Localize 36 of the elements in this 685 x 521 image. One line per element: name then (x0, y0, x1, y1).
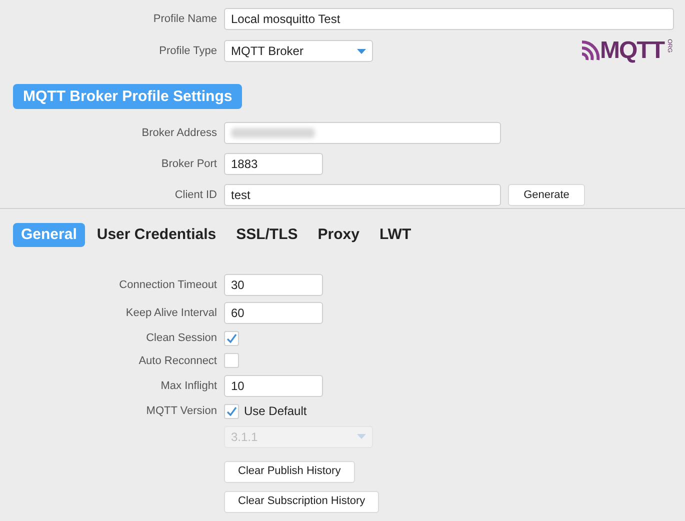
caret-icon (357, 434, 366, 439)
field-label: Max Inflight (160, 378, 218, 394)
signal-waves-icon (582, 40, 600, 62)
field-label: Profile Type (158, 44, 218, 59)
number-field[interactable]: 30 (224, 274, 323, 296)
checkbox[interactable] (224, 404, 239, 419)
broker-address-field[interactable] (224, 122, 501, 144)
field-label: Client ID (174, 188, 218, 203)
field-label: Broker Address (140, 126, 218, 141)
field-label: MQTT Version (145, 404, 218, 419)
broker-port-field[interactable]: 1883 (224, 153, 323, 175)
field-label: Keep Alive Interval (124, 306, 218, 321)
section-header: MQTT Broker Profile Settings (13, 84, 242, 109)
field-label: Broker Port (160, 156, 218, 172)
tab[interactable]: SSL/TLS (228, 223, 306, 247)
field-label: Clean Session (145, 331, 218, 346)
generate-button[interactable]: Generate (508, 184, 585, 206)
clear-history-button[interactable]: Clear Subscription History (224, 490, 380, 512)
profile-name-field[interactable]: Local mosquitto Test (224, 8, 674, 30)
caret-icon (357, 48, 366, 54)
client-id-field[interactable]: test (224, 184, 501, 206)
checkbox[interactable] (224, 330, 239, 346)
checkbox[interactable] (224, 353, 239, 368)
tab[interactable]: Proxy (310, 223, 368, 247)
field-label: Profile Name (152, 12, 218, 27)
checkbox-label: Use Default (244, 403, 307, 420)
tab[interactable]: User Credentials (88, 223, 224, 247)
checkmark-icon (226, 406, 237, 417)
profile-type-dropdown[interactable]: MQTT Broker (224, 40, 373, 62)
field-label: Auto Reconnect (138, 354, 218, 368)
checkmark-icon (226, 332, 237, 344)
clear-history-button[interactable]: Clear Publish History (224, 460, 355, 482)
number-field[interactable]: 10 (224, 375, 323, 397)
number-field[interactable]: 60 (224, 302, 323, 324)
field-label: Connection Timeout (118, 278, 218, 293)
tab[interactable]: LWT (371, 223, 420, 247)
